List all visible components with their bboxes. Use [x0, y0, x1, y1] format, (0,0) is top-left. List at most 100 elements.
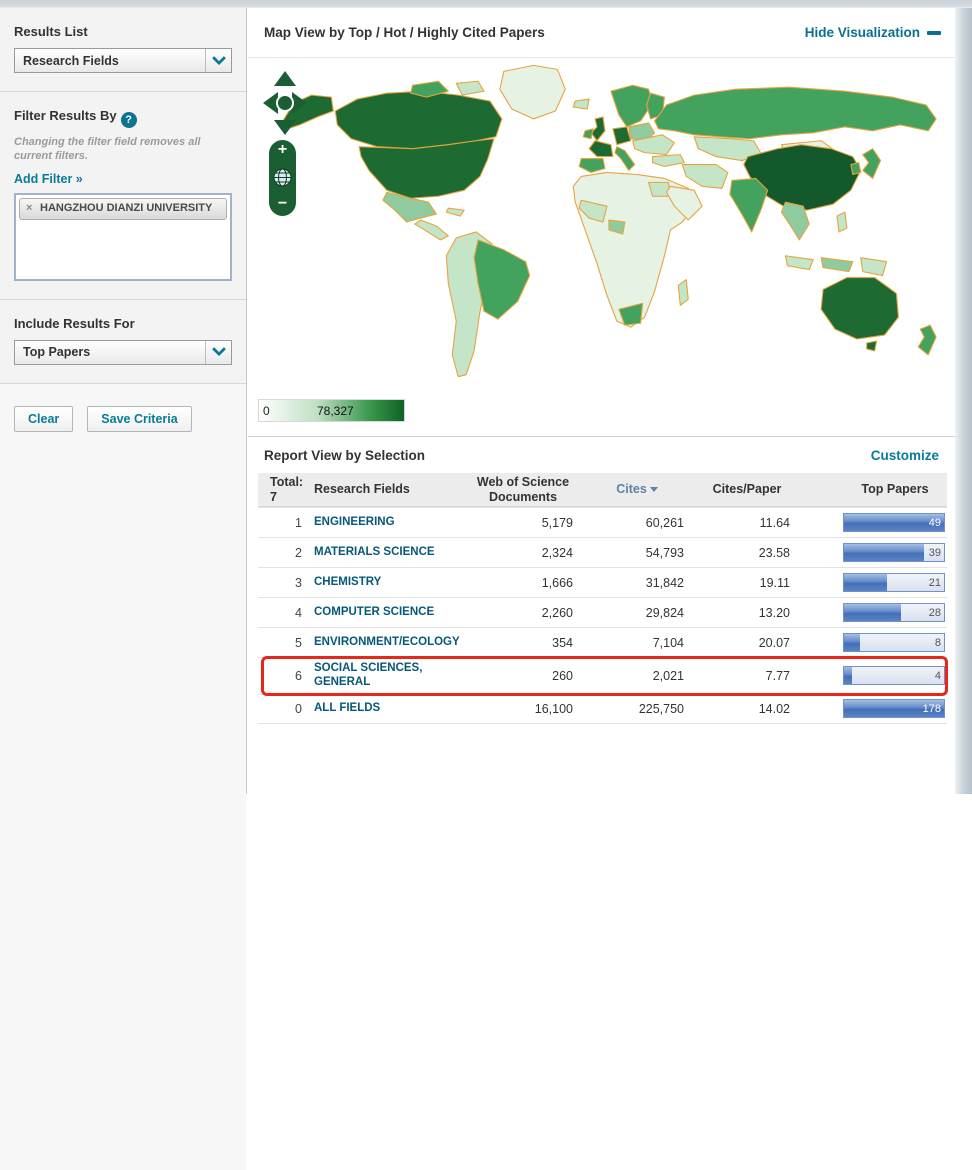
world-map-visualization[interactable]: + − 0 78,327: [248, 58, 955, 436]
hide-visualization-link[interactable]: Hide Visualization: [805, 25, 941, 40]
country-usa[interactable]: [359, 139, 494, 198]
column-header-wos-documents[interactable]: Web of Science Documents: [464, 475, 582, 505]
middle-east[interactable]: [682, 165, 728, 189]
country-greenland[interactable]: [500, 65, 565, 119]
table-row[interactable]: 4 COMPUTER SCIENCE 2,260 29,824 13.20 28: [258, 597, 947, 627]
results-list-dropdown[interactable]: Research Fields: [14, 48, 232, 73]
map-zoom-control[interactable]: + −: [269, 140, 296, 216]
include-results-dropdown[interactable]: Top Papers: [14, 340, 232, 365]
country-russia[interactable]: [655, 87, 937, 139]
country-madagascar[interactable]: [678, 280, 688, 306]
country-ireland[interactable]: [583, 129, 593, 139]
column-header-top-papers[interactable]: Top Papers: [843, 482, 947, 497]
scandinavia[interactable]: [611, 85, 653, 127]
top-papers-value: 28: [929, 607, 941, 619]
filter-tag[interactable]: × HANGZHOU DIANZI UNIVERSITY: [19, 198, 227, 220]
top-papers-bar[interactable]: 21: [843, 573, 945, 592]
top-papers-bar[interactable]: 28: [843, 603, 945, 622]
research-field-link[interactable]: ENVIRONMENT/ECOLOGY: [314, 636, 464, 650]
wos-documents-value: 5,179: [464, 516, 582, 530]
top-papers-bar-fill: [844, 634, 860, 651]
column-header-cites-per-paper[interactable]: Cites/Paper: [692, 482, 802, 497]
country-korea[interactable]: [851, 163, 861, 175]
country-spain[interactable]: [579, 159, 605, 173]
clear-button[interactable]: Clear: [14, 406, 73, 432]
research-field-link[interactable]: SOCIAL SCIENCES, GENERAL: [314, 662, 464, 690]
table-row[interactable]: 1 ENGINEERING 5,179 60,261 11.64 49: [258, 507, 947, 537]
research-field-link[interactable]: CHEMISTRY: [314, 576, 464, 590]
cites-per-paper-value: 20.07: [692, 636, 802, 650]
country-canada[interactable]: [335, 91, 502, 149]
country-france[interactable]: [589, 141, 613, 157]
country-india[interactable]: [730, 178, 768, 232]
research-field-link[interactable]: ALL FIELDS: [314, 702, 464, 716]
top-papers-bar[interactable]: 8: [843, 633, 945, 652]
country-italy[interactable]: [615, 147, 635, 171]
top-papers-bar-cell: 21: [843, 573, 947, 592]
new-guinea[interactable]: [861, 258, 887, 276]
top-papers-bar-fill: [844, 604, 901, 621]
total-value: 7: [270, 490, 314, 505]
column-header-research-fields[interactable]: Research Fields: [314, 482, 464, 497]
country-australia[interactable]: [821, 278, 898, 339]
dropdown-button[interactable]: [205, 341, 231, 364]
arctic-island[interactable]: [456, 81, 484, 95]
vertical-scrollbar[interactable]: [955, 8, 972, 794]
country-new-zealand[interactable]: [918, 325, 936, 355]
table-row[interactable]: 0 ALL FIELDS 16,100 225,750 14.02 178: [258, 694, 947, 724]
table-row[interactable]: 6 SOCIAL SCIENCES, GENERAL 260 2,021 7.7…: [258, 657, 947, 694]
choropleth-world-map[interactable]: [254, 60, 948, 392]
top-papers-bar[interactable]: 39: [843, 543, 945, 562]
filter-sidebar: Results List Research Fields Filter Resu…: [0, 8, 247, 794]
filter-note: Changing the filter field removes all cu…: [14, 136, 232, 164]
top-papers-bar[interactable]: 4: [843, 666, 945, 685]
top-papers-bar[interactable]: 178: [843, 699, 945, 718]
cites-per-paper-value: 13.20: [692, 606, 802, 620]
top-papers-value: 4: [935, 670, 941, 682]
save-criteria-button[interactable]: Save Criteria: [87, 406, 191, 432]
remove-filter-icon[interactable]: ×: [26, 202, 32, 215]
column-header-cites-sorted[interactable]: Cites: [582, 482, 692, 497]
zoom-in-icon[interactable]: +: [278, 143, 287, 157]
country-tasmania[interactable]: [867, 341, 877, 351]
cites-value: 60,261: [582, 516, 692, 530]
country-brazil[interactable]: [474, 240, 530, 319]
row-rank: 0: [258, 702, 314, 716]
country-germany[interactable]: [613, 127, 631, 145]
zoom-out-icon[interactable]: −: [278, 197, 287, 211]
add-filter-link[interactable]: Add Filter »: [14, 172, 83, 186]
country-japan[interactable]: [863, 149, 881, 179]
table-row[interactable]: 5 ENVIRONMENT/ECOLOGY 354 7,104 20.07 8: [258, 627, 947, 657]
research-field-link[interactable]: COMPUTER SCIENCE: [314, 606, 464, 620]
customize-link[interactable]: Customize: [871, 448, 939, 463]
total-label: Total:: [270, 475, 314, 490]
map-pan-control[interactable]: [262, 70, 308, 136]
table-row[interactable]: 3 CHEMISTRY 1,666 31,842 19.11 21: [258, 567, 947, 597]
table-row[interactable]: 2 MATERIALS SCIENCE 2,324 54,793 23.58 3…: [258, 537, 947, 567]
top-papers-bar-fill: [844, 574, 887, 591]
pan-center-dot: [277, 95, 293, 111]
country-turkey[interactable]: [653, 155, 685, 167]
cites-value: 31,842: [582, 576, 692, 590]
country-cuba[interactable]: [446, 208, 464, 216]
country-philippines[interactable]: [837, 212, 847, 232]
top-papers-bar[interactable]: 49: [843, 513, 945, 532]
table-body: 1 ENGINEERING 5,179 60,261 11.64 49 2 MA…: [258, 507, 947, 724]
row-rank: 5: [258, 636, 314, 650]
country-indonesia-east[interactable]: [821, 258, 853, 272]
hide-visualization-label: Hide Visualization: [805, 25, 920, 40]
globe-icon[interactable]: [273, 168, 292, 187]
top-papers-value: 178: [923, 703, 941, 715]
research-field-link[interactable]: MATERIALS SCIENCE: [314, 546, 464, 560]
research-field-link[interactable]: ENGINEERING: [314, 516, 464, 530]
active-filters-box[interactable]: × HANGZHOU DIANZI UNIVERSITY: [14, 193, 232, 281]
results-list-section: Results List Research Fields: [0, 8, 246, 92]
row-rank: 3: [258, 576, 314, 590]
help-icon[interactable]: ?: [121, 112, 137, 128]
country-indonesia[interactable]: [785, 256, 813, 270]
country-iceland[interactable]: [573, 99, 589, 109]
cites-value: 29,824: [582, 606, 692, 620]
dropdown-button[interactable]: [205, 49, 231, 72]
row-rank: 4: [258, 606, 314, 620]
central-america[interactable]: [415, 220, 449, 240]
